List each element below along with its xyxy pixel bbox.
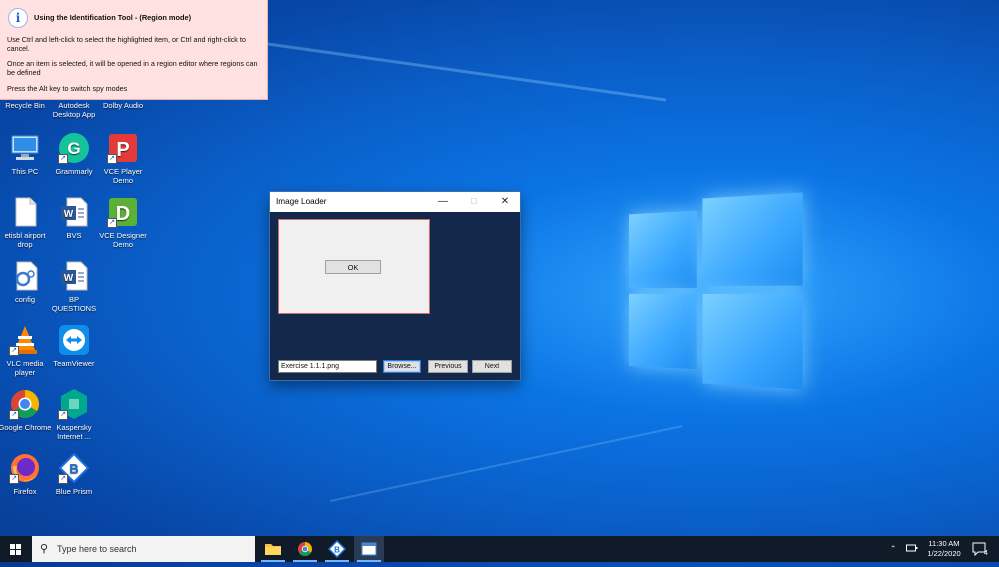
close-icon[interactable]: ✕	[490, 192, 520, 212]
desktop-icon-teamviewer[interactable]: TeamViewer	[47, 324, 101, 368]
word-doc-icon: W	[58, 260, 90, 292]
teamviewer-icon	[58, 324, 90, 356]
clock-time: 11:30 AM	[918, 539, 970, 549]
chrome-icon: ↗	[9, 388, 41, 420]
svg-text:B: B	[69, 461, 78, 476]
config-file-icon	[9, 260, 41, 292]
tooltip-line: Once an item is selected, it will be ope…	[7, 60, 261, 77]
tooltip-line: Use Ctrl and left-click to select the hi…	[7, 36, 261, 53]
svg-text:W: W	[64, 209, 74, 220]
folder-icon	[258, 536, 288, 562]
svg-text:W: W	[64, 273, 74, 284]
start-button[interactable]	[0, 536, 32, 562]
vce-player-icon: P ↗	[107, 132, 139, 164]
firefox-icon: ↗	[9, 452, 41, 484]
desktop-icon-google-chrome[interactable]: ↗ Google Chrome	[0, 388, 52, 432]
taskbar-search-box[interactable]: ⚲ Type here to search	[32, 536, 255, 562]
clock-date: 1/22/2020	[918, 549, 970, 559]
computer-icon	[9, 132, 41, 164]
image-loader-window[interactable]: Image Loader — □ ✕ OK Exercise 1.1.1.png…	[270, 192, 520, 380]
notification-center-icon[interactable]: 4	[972, 542, 988, 558]
battery-icon[interactable]	[906, 543, 918, 555]
tooltip-line: Press the Alt key to switch spy modes	[7, 85, 261, 94]
blue-prism-icon: B	[322, 536, 352, 562]
taskbar: ⚲ Type here to search B ⌃ 11:30 AM 1/22/…	[0, 536, 999, 562]
taskbar-clock[interactable]: 11:30 AM 1/22/2020	[918, 539, 970, 559]
ok-button[interactable]: OK	[325, 260, 381, 274]
windows-start-icon	[0, 536, 32, 562]
vlc-icon: ↗	[9, 324, 41, 356]
svg-text:P: P	[116, 139, 129, 161]
desktop-icon-grammarly[interactable]: G ↗ Grammarly	[47, 132, 101, 176]
app-window-icon	[354, 536, 384, 562]
window-title: Image Loader	[276, 197, 327, 206]
chrome-icon	[290, 536, 320, 562]
window-titlebar[interactable]: Image Loader — □ ✕	[270, 192, 520, 212]
previous-button[interactable]: Previous	[428, 360, 468, 373]
kaspersky-icon: ↗	[58, 388, 90, 420]
search-icon: ⚲	[40, 536, 48, 562]
taskbar-blue-prism[interactable]: B	[322, 536, 352, 562]
grammarly-icon: G ↗	[58, 132, 90, 164]
wallpaper-light-beam	[330, 425, 683, 502]
taskbar-chrome[interactable]	[290, 536, 320, 562]
desktop-icon-kaspersky[interactable]: ↗ Kaspersky Internet ...	[47, 388, 101, 441]
windows-wallpaper-logo	[629, 192, 803, 389]
desktop-icon-vce-designer[interactable]: D ↗ VCE Designer Demo	[96, 196, 150, 249]
desktop-icon-dolby-audio[interactable]: Dolby Audio	[96, 101, 150, 110]
search-placeholder: Type here to search	[57, 536, 137, 562]
browse-button[interactable]: Browse...	[383, 360, 421, 373]
desktop-icon-recycle-bin[interactable]: Recycle Bin	[0, 101, 52, 110]
vce-designer-icon: D ↗	[107, 196, 139, 228]
info-icon: i	[8, 8, 28, 28]
svg-text:G: G	[67, 139, 80, 158]
desktop-icon-bvs[interactable]: W BVS	[47, 196, 101, 240]
desktop-icon-firefox[interactable]: ↗ Firefox	[0, 452, 52, 496]
svg-text:D: D	[116, 203, 130, 225]
desktop-icon-this-pc[interactable]: This PC	[0, 132, 52, 176]
desktop-icon-autodesk[interactable]: Autodesk Desktop App	[47, 101, 101, 119]
document-icon	[9, 196, 41, 228]
svg-text:4: 4	[984, 550, 988, 556]
word-doc-icon: W	[58, 196, 90, 228]
desktop-icon-vce-player[interactable]: P ↗ VCE Player Demo	[96, 132, 150, 185]
tooltip-title: Using the Identification Tool - (Region …	[34, 14, 191, 23]
chevron-up-icon[interactable]: ⌃	[890, 544, 896, 553]
maximize-icon[interactable]: □	[459, 192, 489, 212]
filename-field[interactable]: Exercise 1.1.1.png	[278, 360, 377, 373]
image-display-area: OK	[278, 219, 430, 314]
desktop-icon-vlc[interactable]: ↗ VLC media player	[0, 324, 52, 377]
blue-prism-icon: B ↗	[58, 452, 90, 484]
identification-tool-tooltip: i Using the Identification Tool - (Regio…	[0, 0, 268, 100]
taskbar-image-loader[interactable]	[354, 536, 384, 562]
taskbar-file-explorer[interactable]	[258, 536, 288, 562]
desktop-icon-bp-questions[interactable]: W BP QUESTIONS	[47, 260, 101, 313]
svg-text:B: B	[334, 546, 340, 555]
desktop-icon-document[interactable]: etisbl airport drop	[0, 196, 52, 249]
desktop-icon-config[interactable]: config	[0, 260, 52, 304]
next-button[interactable]: Next	[472, 360, 512, 373]
desktop-icon-blue-prism[interactable]: B ↗ Blue Prism	[47, 452, 101, 496]
minimize-icon[interactable]: —	[428, 192, 458, 212]
wallpaper-light-beam	[250, 40, 666, 101]
